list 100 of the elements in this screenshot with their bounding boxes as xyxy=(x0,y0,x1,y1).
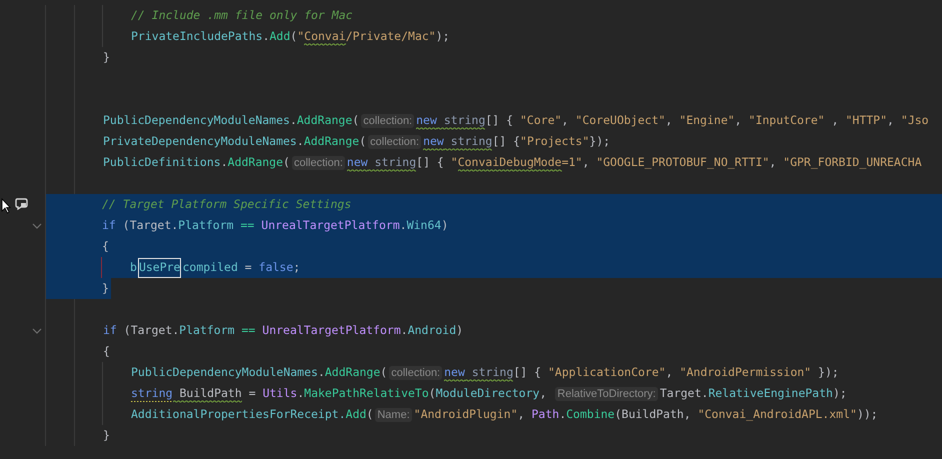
code-token: ( xyxy=(366,406,374,422)
code-token: ) xyxy=(456,322,464,338)
code-token: ( xyxy=(352,112,360,128)
parameter-hint: RelativeToDirectory: xyxy=(555,386,658,400)
code-token: , xyxy=(734,112,743,128)
code-token: AddRange xyxy=(296,112,352,128)
code-token: Combine xyxy=(566,406,615,422)
code-token: , xyxy=(562,112,570,128)
code-token: Win64 xyxy=(406,216,442,234)
code-token: ( xyxy=(428,384,436,402)
code-token: (BuildPath, xyxy=(614,406,692,422)
code-token: MakePathRelativeTo xyxy=(304,384,429,402)
code-token: "AndroidPermission" xyxy=(680,364,812,380)
code-token: UnrealTargetPlatform xyxy=(261,216,400,234)
code-token: "Jso xyxy=(900,112,929,128)
code-token: . xyxy=(296,132,304,150)
code-token: AddRange xyxy=(304,132,360,150)
code-token: , xyxy=(666,364,674,380)
code-token: PublicDependencyModuleNames xyxy=(131,364,318,380)
code-token: , xyxy=(769,154,778,170)
code-token: AdditionalPropertiesForReceipt. xyxy=(131,406,346,422)
code-token: Add xyxy=(270,28,290,44)
code-token: PrivateDependencyModuleNames xyxy=(103,132,297,150)
code-token: "ApplicationCore" xyxy=(548,364,666,380)
parameter-hint: collection: xyxy=(292,156,345,170)
code-token: Platform xyxy=(178,216,234,234)
code-token: compiled xyxy=(182,258,238,276)
code-token: AddRange xyxy=(324,364,380,380)
code-token: [] { xyxy=(492,132,520,150)
code-token: , xyxy=(582,154,590,170)
chat-icon[interactable] xyxy=(15,198,29,210)
code-token: "HTTP" xyxy=(845,112,888,128)
code-token: = xyxy=(248,384,257,402)
code-token: "CoreUObject" xyxy=(575,112,666,128)
parameter-hint: collection: xyxy=(368,134,422,148)
fold-chevron-icon[interactable] xyxy=(32,222,42,228)
fold-chevron-icon[interactable] xyxy=(32,328,42,334)
code-token: [] { xyxy=(416,154,445,170)
code-token: if xyxy=(103,322,117,338)
parameter-hint: collection: xyxy=(361,114,414,128)
code-token: ( xyxy=(380,364,388,380)
code-token: ( xyxy=(359,132,366,150)
code-token: [] { xyxy=(513,364,542,380)
code-token: ); xyxy=(436,28,450,44)
code-token: (Target. xyxy=(122,322,180,338)
code-token: , xyxy=(887,112,895,128)
code-token: Target. xyxy=(660,384,708,402)
code-token: ) xyxy=(441,216,448,234)
code-token: , xyxy=(518,406,526,422)
code-token: ( xyxy=(290,28,298,44)
code-token: if xyxy=(102,216,116,234)
code-token: PublicDefinitions xyxy=(103,154,221,170)
code-token: } xyxy=(103,426,110,444)
code-token: false xyxy=(258,258,294,276)
code-token: , xyxy=(665,112,674,128)
code-token: "Convai_AndroidAPL.xml" xyxy=(698,406,857,423)
code-token: == xyxy=(239,216,256,234)
code-token: . xyxy=(559,406,566,422)
code-token: b xyxy=(130,258,137,276)
code-token: Android xyxy=(408,322,456,338)
code-comment: // Target Platform Specific Settings xyxy=(102,196,352,212)
code-token: ; xyxy=(293,258,300,276)
code-token: . xyxy=(220,154,228,170)
code-token: [] { xyxy=(485,112,514,128)
code-comment: // Include .mm file only for Mac xyxy=(131,6,353,24)
code-token: Utils xyxy=(262,384,298,402)
code-token: , xyxy=(540,384,548,402)
code-token: Platform xyxy=(179,322,235,338)
code-token: . xyxy=(290,112,297,128)
code-token: ); xyxy=(832,384,847,402)
code-token: "Projects" xyxy=(520,132,590,150)
code-token: /Private/Mac" xyxy=(346,28,436,44)
code-token: . xyxy=(262,28,270,44)
code-token: AddRange xyxy=(228,154,284,170)
code-token: =1" xyxy=(562,154,582,170)
code-token: Path xyxy=(531,406,560,422)
code-token: ModuleDirectory xyxy=(436,384,540,402)
code-token: UnrealTargetPlatform xyxy=(262,322,401,338)
code-token: "InputCore" xyxy=(748,112,825,128)
code-token: UsePre xyxy=(138,258,180,276)
code-token: RelativeEnginePath xyxy=(708,384,833,402)
code-token: }); xyxy=(817,364,839,380)
code-token: } xyxy=(103,48,110,66)
code-token: "GPR_FORBID_UNREACHA xyxy=(783,154,922,171)
parameter-hint: Name: xyxy=(375,408,412,422)
code-token: "Engine" xyxy=(679,112,735,128)
code-token: "Core" xyxy=(520,112,562,128)
code-token: "GOOGLE_PROTOBUF_NO_RTTI" xyxy=(596,154,770,171)
code-token: (Target. xyxy=(122,216,178,234)
code-token: { xyxy=(102,238,109,254)
code-token: . xyxy=(400,322,408,338)
code-token: } xyxy=(102,280,109,296)
code-token: , xyxy=(830,112,840,128)
code-token: }); xyxy=(589,132,610,150)
code-token: { xyxy=(103,342,110,360)
code-token: . xyxy=(318,364,325,380)
code-token: )); xyxy=(856,406,878,422)
code-token: " xyxy=(450,154,458,170)
code-token: . xyxy=(297,384,304,402)
code-token: == xyxy=(240,322,256,338)
